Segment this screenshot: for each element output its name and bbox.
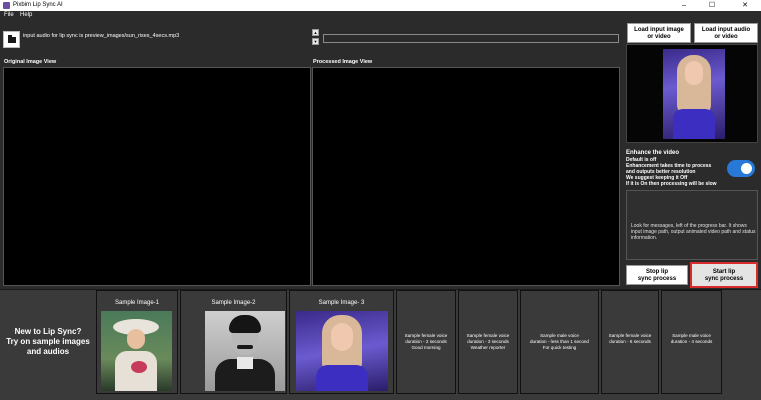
window-titlebar: Pixbim Lip Sync AI – ☐ ✕: [0, 0, 761, 11]
load-audio-button[interactable]: Load input audio or video: [694, 23, 758, 43]
processed-view-label: Processed Image View: [313, 59, 373, 65]
blonde-woman-portrait-icon: [296, 311, 388, 391]
start-label-1: Start lip: [712, 269, 736, 275]
messages-text: Look for messages, left of the progress …: [631, 223, 756, 241]
audio-line: duration - 6 seconds: [609, 339, 651, 344]
load-image-button[interactable]: Load input image or video: [627, 23, 691, 43]
load-audio-label-1: Load input audio: [701, 27, 751, 33]
load-image-label-2: or video: [647, 34, 671, 40]
sample-audio-label: Sample female voice duration - 3 seconds…: [461, 333, 515, 351]
victorian-woman-portrait-icon: [101, 311, 172, 391]
processed-image-view: [312, 67, 620, 286]
sample-audio-4-card[interactable]: Sample female voice duration - 6 seconds: [601, 290, 659, 394]
original-image-view: [3, 67, 311, 286]
app-logo-icon: [3, 2, 10, 9]
status-path-text: input audio for lip sync is preview_imag…: [23, 33, 180, 39]
menu-file[interactable]: File: [4, 12, 14, 18]
stop-label-2: sync process: [637, 276, 677, 282]
enhance-description: Default is off Enhancement takes time to…: [626, 157, 717, 187]
sample-audio-label: Sample female voice duration - 6 seconds: [604, 333, 656, 345]
load-audio-label-2: or video: [714, 34, 738, 40]
sample-audio-label: Sample female voice duration - 2 seconds…: [399, 333, 453, 351]
messages-panel: Look for messages, left of the progress …: [626, 190, 758, 260]
input-preview: [626, 44, 758, 143]
sample-audio-3-card[interactable]: Sample male voice duration - less than 1…: [520, 290, 599, 394]
input-preview-image: [663, 49, 725, 139]
sample-image-title: Sample Image- 3: [318, 300, 365, 306]
enhance-title: Enhance the video: [626, 150, 680, 156]
audio-line: For quick testing: [542, 345, 577, 350]
original-view-label: Original Image View: [4, 59, 57, 65]
sample-audio-label: Sample male voice duration - less than 1…: [523, 333, 596, 351]
scroll-down-button[interactable]: ▼: [312, 38, 319, 45]
enhance-toggle[interactable]: [727, 160, 755, 177]
enhance-line: If it is On then processing will be slow: [626, 181, 717, 187]
sample-image-2-card[interactable]: Sample Image-2: [180, 290, 287, 394]
sample-image-1-card[interactable]: Sample Image-1: [96, 290, 178, 394]
sample-audio-5-card[interactable]: Sample male voice duration - 4 seconds: [661, 290, 722, 394]
bw-man-portrait-icon: [205, 311, 285, 391]
samples-intro: New to Lip Sync? Try on sample images an…: [2, 327, 94, 357]
toggle-knob: [741, 163, 752, 174]
window-title: Pixbim Lip Sync AI: [13, 2, 63, 8]
maximize-button[interactable]: ☐: [700, 0, 724, 11]
audio-line: Good morning: [411, 345, 441, 350]
intro-line: and audios: [26, 347, 70, 356]
sample-audio-2-card[interactable]: Sample female voice duration - 3 seconds…: [458, 290, 518, 394]
sample-audio-label: Sample male voice duration - 4 seconds: [664, 333, 719, 345]
start-label-2: sync process: [704, 276, 744, 282]
sample-image-title: Sample Image-2: [211, 300, 256, 306]
audio-line: Weather reporter: [470, 345, 506, 350]
open-folder-button[interactable]: [3, 31, 20, 48]
start-lip-sync-button[interactable]: Start lip sync process: [690, 262, 758, 288]
minimize-button[interactable]: –: [672, 0, 696, 11]
menu-help[interactable]: Help: [20, 12, 32, 18]
stop-lip-sync-button[interactable]: Stop lip sync process: [626, 265, 688, 285]
scroll-up-button[interactable]: ▲: [312, 29, 319, 36]
intro-line: New to Lip Sync?: [14, 327, 82, 336]
sample-image-3-card[interactable]: Sample Image- 3: [289, 290, 394, 394]
menu-bar: File Help: [0, 11, 761, 21]
intro-line: Try on sample images: [6, 337, 90, 346]
audio-line: duration - 4 seconds: [670, 339, 713, 344]
sample-audio-1-card[interactable]: Sample female voice duration - 2 seconds…: [396, 290, 456, 394]
close-button[interactable]: ✕: [733, 0, 757, 11]
load-image-label-1: Load input image: [634, 27, 684, 33]
folder-icon: [8, 35, 16, 43]
progress-bar: [323, 34, 619, 43]
stop-label-1: Stop lip: [646, 269, 668, 275]
sample-image-title: Sample Image-1: [114, 300, 160, 306]
